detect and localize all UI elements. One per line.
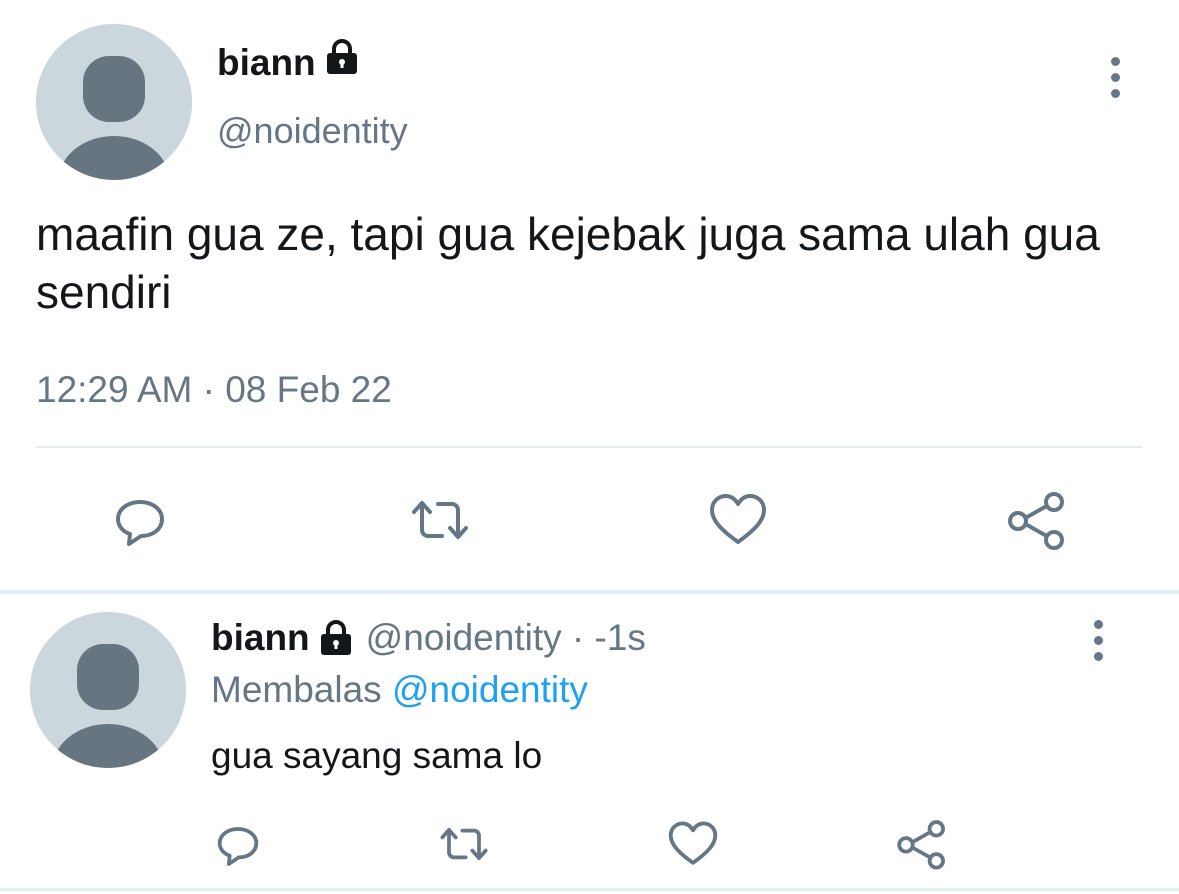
author-name[interactable]: biann — [217, 40, 316, 86]
retweet-icon — [440, 827, 488, 861]
divider — [36, 446, 1142, 448]
heart-icon — [710, 494, 766, 544]
replying-to: Membalas @noidentity — [211, 666, 588, 714]
reply-handle-time[interactable]: @noidentity · -1s — [366, 614, 646, 662]
reply-header: biann @noidentity · -1s — [211, 614, 646, 662]
reply-author-name[interactable]: biann — [211, 614, 310, 662]
retweet-button[interactable] — [408, 488, 472, 552]
author-avatar[interactable] — [36, 24, 192, 180]
replying-prefix: Membalas — [211, 669, 382, 710]
reply-text: gua sayang sama lo — [211, 735, 543, 776]
share-icon — [1008, 492, 1064, 550]
reply-button[interactable] — [108, 488, 172, 552]
tweet-timestamp: 12:29 AM · 08 Feb 22 — [36, 369, 392, 410]
share-button[interactable] — [894, 816, 950, 872]
retweet-button[interactable] — [436, 816, 492, 872]
more-vertical-icon[interactable] — [1100, 57, 1130, 98]
tweet-text: maafin gua ze, tapi gua kejebak juga sam… — [36, 208, 1100, 318]
more-vertical-icon[interactable] — [1083, 620, 1113, 661]
reply-icon — [116, 500, 164, 546]
author-name-row[interactable]: biann — [217, 38, 360, 87]
default-avatar-icon — [30, 612, 186, 768]
like-button[interactable] — [665, 816, 721, 872]
retweet-icon — [412, 501, 468, 539]
like-button[interactable] — [706, 488, 770, 552]
default-avatar-icon — [36, 24, 192, 180]
section-divider — [0, 590, 1179, 594]
reply-icon — [217, 827, 259, 866]
share-button[interactable] — [1005, 488, 1069, 552]
lock-icon — [318, 619, 354, 657]
share-icon — [897, 820, 945, 870]
divider — [0, 888, 1179, 891]
reply-author-avatar[interactable] — [30, 612, 186, 768]
lock-icon — [324, 38, 360, 87]
heart-icon — [668, 821, 718, 865]
reply-button[interactable] — [210, 816, 266, 872]
replying-mention-link[interactable]: @noidentity — [392, 669, 588, 710]
author-handle[interactable]: @noidentity — [217, 108, 408, 154]
